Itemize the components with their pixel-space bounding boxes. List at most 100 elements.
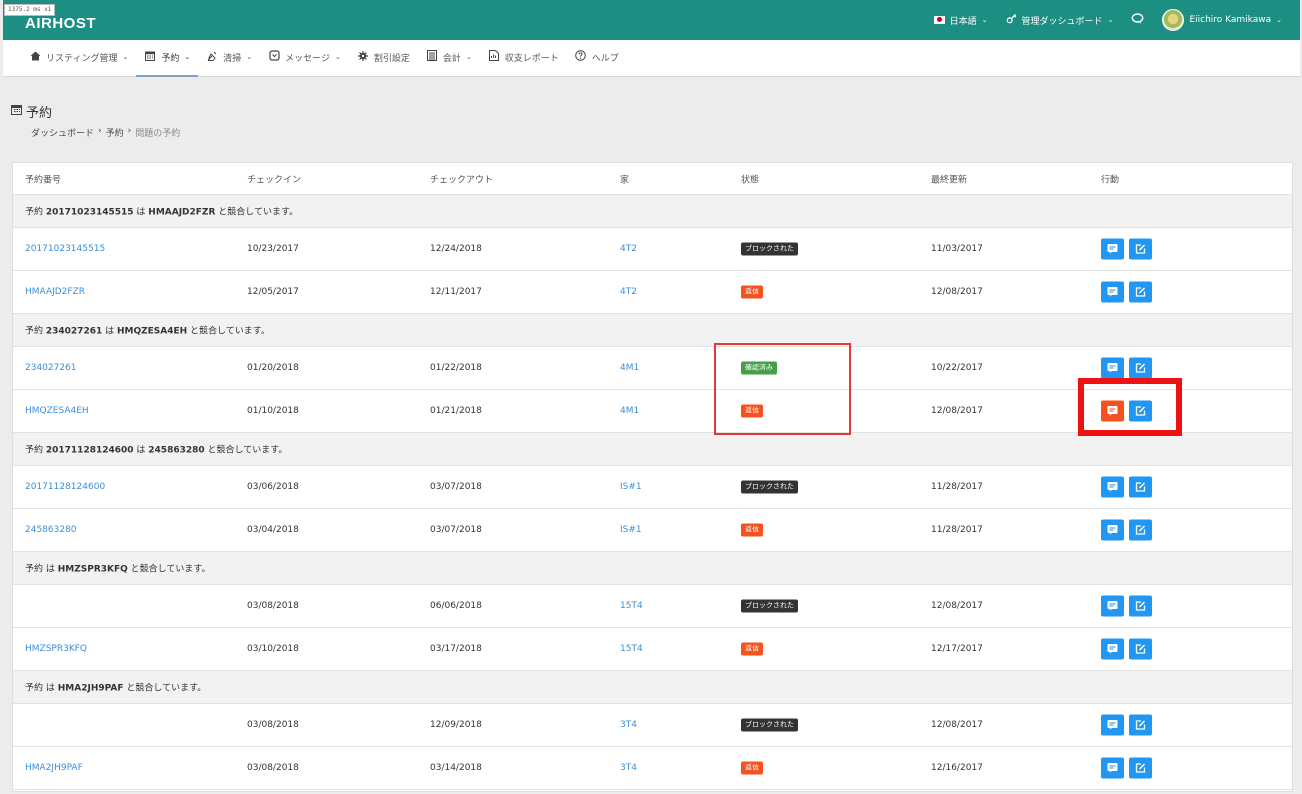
home-link[interactable]: 3T4 [620, 720, 637, 730]
app-logo[interactable]: AIRHOST [25, 15, 96, 32]
edit-button[interactable] [1129, 714, 1152, 736]
status-badge: ブロックされた [741, 242, 798, 256]
status-cell: 返信 [741, 642, 763, 656]
reservation-id-link[interactable]: 245863280 [25, 525, 77, 535]
conflict-mid: は [45, 683, 58, 694]
nav-item-broom[interactable]: 清掃 ⌄ [198, 40, 260, 77]
home-link[interactable]: 4M1 [620, 406, 639, 416]
message-button[interactable] [1101, 519, 1124, 541]
status-cell: ブロックされた [741, 480, 798, 494]
chevron-down-icon: ⌄ [981, 16, 988, 24]
conflict-mid: は [102, 326, 117, 337]
home-link[interactable]: IS#1 [620, 525, 642, 535]
checkout-date: 12/09/2018 [430, 720, 482, 730]
checkout-date: 03/07/2018 [430, 482, 482, 492]
edit-button[interactable] [1129, 476, 1152, 498]
conflict-group-row: 予約 は HMZSPR3KFQ と競合しています。 [13, 552, 1292, 585]
status-badge: ブロックされた [741, 599, 798, 613]
dashboard-menu[interactable]: 管理ダッシュボード ⌄ [1006, 13, 1114, 27]
avatar [1162, 9, 1185, 31]
nav-item-label: ヘルプ [591, 53, 619, 64]
table-header-row: 予約番号 チェックイン チェックアウト 家 状態 最終更新 行動 [13, 163, 1292, 195]
edit-button[interactable] [1129, 519, 1152, 541]
table-row: HMZSPR3KFQ 03/10/2018 03/17/2018 15T4 返信 12/1… [13, 628, 1292, 671]
action-buttons [1101, 519, 1157, 541]
nav-item-home[interactable]: リスティング管理 ⌄ [21, 40, 136, 77]
conflict-prefix: 予約 [25, 683, 46, 694]
breadcrumb-current: 問題の予約 [135, 129, 181, 139]
message-button[interactable] [1101, 357, 1124, 379]
reservation-id-link[interactable]: HMQZESA4EH [25, 406, 89, 416]
home-link[interactable]: 15T4 [620, 644, 643, 654]
action-highlight-box [1078, 378, 1182, 436]
column-header: 行動 [1101, 175, 1120, 185]
status-cell: ブロックされた [741, 242, 798, 256]
breadcrumb-reservations[interactable]: 予約 [106, 126, 124, 139]
last-updated: 12/17/2017 [931, 644, 983, 654]
status-badge: 返信 [741, 285, 763, 299]
checkin-date: 01/10/2018 [247, 406, 299, 416]
reservation-id-link[interactable]: HMZSPR3KFQ [25, 644, 87, 654]
home-link[interactable]: IS#1 [620, 482, 642, 492]
user-menu[interactable]: Eiichiro Kamikawa ⌄ [1162, 9, 1282, 31]
conflict-mid: は [45, 564, 58, 575]
language-selector[interactable]: 日本語 ⌄ [933, 14, 988, 27]
nav-item-gear[interactable]: 割引設定 [349, 40, 418, 77]
home-link[interactable]: 4M1 [620, 363, 639, 373]
reservation-id-link[interactable]: 20171128124600 [25, 482, 105, 492]
nav-item-help[interactable]: ヘルプ [567, 40, 627, 77]
home-link[interactable]: 4T2 [620, 244, 637, 254]
nav-item-message[interactable]: メッセージ ⌄ [260, 40, 349, 77]
action-buttons [1101, 357, 1157, 379]
reservation-id-link[interactable]: HMA2JH9PAF [25, 763, 83, 773]
conflict-prefix: 予約 [25, 326, 46, 337]
report-icon [488, 50, 500, 64]
home-link[interactable]: 3T4 [620, 763, 637, 773]
message-button[interactable] [1101, 595, 1124, 617]
action-buttons [1101, 595, 1157, 617]
action-buttons [1101, 757, 1157, 779]
nav-item-ledger[interactable]: 会計 ⌄ [418, 40, 480, 77]
message-button[interactable] [1101, 714, 1124, 736]
edit-button[interactable] [1129, 595, 1152, 617]
conflict-with-id: HMA2JH9PAF [57, 683, 124, 694]
chevron-down-icon: ⌄ [334, 53, 341, 61]
nav-item-report[interactable]: 収支レポート [480, 40, 567, 77]
checkin-date: 01/20/2018 [247, 363, 299, 373]
last-updated: 12/08/2017 [931, 287, 983, 297]
conflict-suffix: と競合しています。 [187, 326, 270, 337]
reservation-id-link[interactable]: 234027261 [25, 363, 77, 373]
edit-button[interactable] [1129, 281, 1152, 303]
reservation-id-link[interactable]: HMAAJD2FZR [25, 287, 85, 297]
calendar-icon [11, 104, 22, 119]
last-updated: 10/22/2017 [931, 363, 983, 373]
chevron-down-icon: ⌄ [1107, 16, 1114, 24]
edit-button[interactable] [1129, 238, 1152, 260]
message-button[interactable] [1101, 757, 1124, 779]
chevron-down-icon: ⌄ [1276, 16, 1282, 24]
table-row: 245863280 03/04/2018 03/07/2018 IS#1 返信 11/28… [13, 509, 1292, 552]
checkout-date: 12/24/2018 [430, 244, 482, 254]
message-button[interactable] [1101, 238, 1124, 260]
breadcrumb-dashboard[interactable]: ダッシュボード [31, 126, 94, 139]
home-link[interactable]: 4T2 [620, 287, 637, 297]
edit-button[interactable] [1129, 357, 1152, 379]
chat-button[interactable] [1131, 12, 1144, 28]
edit-button[interactable] [1129, 757, 1152, 779]
conflict-prefix: 予約 [25, 207, 46, 218]
action-buttons [1101, 281, 1157, 303]
last-updated: 11/03/2017 [931, 244, 983, 254]
conflict-suffix: と競合しています。 [215, 207, 299, 218]
action-buttons [1101, 476, 1157, 498]
message-button[interactable] [1101, 638, 1124, 660]
conflict-prefix: 予約 [25, 445, 46, 456]
nav-item-label: 予約 [161, 53, 180, 64]
reservation-id-link[interactable]: 20171023145515 [25, 244, 105, 254]
nav-item-calendar[interactable]: 予約 ⌄ [136, 40, 199, 77]
message-button[interactable] [1101, 476, 1124, 498]
status-badge: ブロックされた [741, 718, 798, 732]
message-button[interactable] [1101, 281, 1124, 303]
calendar-icon [144, 51, 156, 64]
home-link[interactable]: 15T4 [620, 601, 643, 611]
edit-button[interactable] [1129, 638, 1152, 660]
